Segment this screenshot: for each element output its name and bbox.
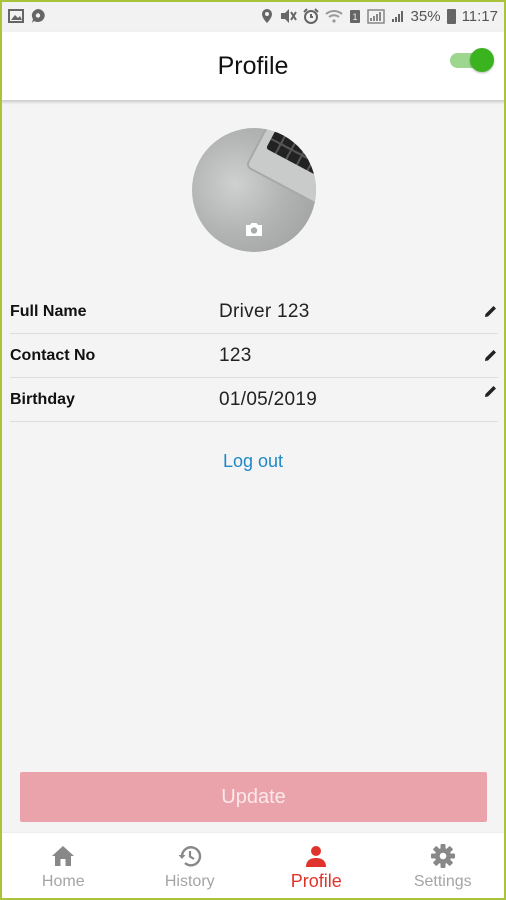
profile-fields: Full Name Driver 123 Contact No 123 Birt… (10, 290, 498, 422)
nav-item-profile[interactable]: Profile (253, 833, 380, 900)
avatar-photo-keyboard (265, 128, 316, 182)
nav-item-history[interactable]: History (127, 833, 254, 900)
battery-icon (446, 8, 456, 24)
gear-icon (430, 844, 455, 868)
gallery-icon (8, 9, 24, 23)
avatar-photo-laptop (244, 128, 316, 210)
alarm-icon (302, 8, 319, 24)
signal-1-icon (366, 8, 385, 24)
nav-label-history: History (164, 873, 215, 890)
svg-text:1: 1 (352, 12, 357, 22)
full-name-value: Driver 123 (219, 301, 310, 322)
edit-pencil-icon[interactable] (484, 304, 498, 318)
wifi-icon (324, 9, 343, 23)
availability-toggle[interactable] (450, 48, 494, 72)
edit-pencil-icon[interactable] (484, 384, 498, 398)
history-icon (178, 846, 201, 867)
status-right: 1 35% 11:17 (261, 8, 498, 25)
nav-item-home[interactable]: Home (0, 833, 127, 900)
field-label: Birthday (10, 391, 75, 408)
toggle-knob (470, 48, 494, 72)
contact-no-value: 123 (219, 345, 252, 366)
edit-pencil-icon[interactable] (484, 348, 498, 362)
logout-link[interactable]: Log out (0, 451, 506, 472)
chat-bubble-icon (30, 8, 46, 24)
field-label: Contact No (10, 347, 96, 364)
nav-label-profile: Profile (290, 871, 342, 891)
status-left (8, 8, 46, 24)
home-icon (52, 846, 75, 866)
status-bar: 1 35% 11:17 (0, 0, 506, 32)
birthday-value: 01/05/2019 (219, 389, 318, 410)
field-row-birthday: Birthday 01/05/2019 (10, 378, 498, 422)
nav-label-settings: Settings (413, 873, 472, 890)
sim-1-icon: 1 (349, 9, 361, 24)
nav-item-settings[interactable]: Settings (380, 833, 506, 900)
mute-icon (279, 8, 297, 24)
person-icon (306, 846, 327, 867)
signal-2-icon (391, 9, 405, 24)
page-title: Profile (217, 51, 289, 80)
field-row-contact-no: Contact No 123 (10, 334, 498, 378)
status-time: 11:17 (461, 7, 498, 25)
field-label: Full Name (10, 303, 87, 320)
app-header: Profile (0, 32, 506, 100)
camera-icon[interactable] (244, 222, 264, 237)
field-row-full-name: Full Name Driver 123 (10, 290, 498, 334)
bottom-nav: Home History Profile Settings (0, 832, 506, 900)
battery-percent: 35% (410, 7, 441, 25)
avatar[interactable] (192, 128, 316, 252)
nav-label-home: Home (41, 873, 85, 890)
location-icon (261, 8, 273, 24)
update-button[interactable]: Update (20, 772, 487, 822)
